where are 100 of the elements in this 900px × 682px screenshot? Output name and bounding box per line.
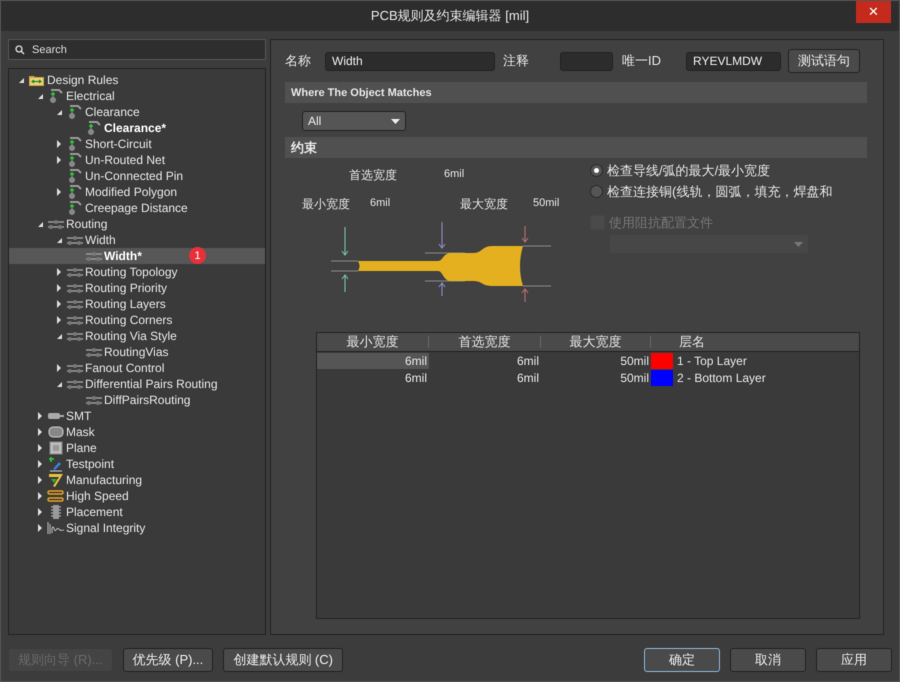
tree-item[interactable]: SMT	[65, 408, 92, 424]
table-cell[interactable]: 6mil	[317, 352, 429, 368]
expand-arrow-icon[interactable]	[37, 524, 43, 532]
column-header[interactable]: 层名	[675, 336, 859, 348]
collapse-arrow-icon[interactable]	[36, 220, 44, 228]
tree-item[interactable]: Placement	[65, 504, 124, 520]
comment-field[interactable]	[560, 52, 613, 70]
expand-arrow-icon[interactable]	[37, 428, 43, 436]
dialog-button[interactable]: 取消	[730, 648, 806, 672]
expand-arrow-icon[interactable]	[56, 300, 62, 308]
section-header: 约束	[285, 137, 867, 158]
radio-label: 检查连接铜(线轨，圆弧，填充，焊盘和	[607, 182, 832, 200]
routing-rule-icon	[66, 234, 84, 246]
tree-item[interactable]: Design Rules	[46, 72, 120, 88]
unique-id-label: 唯一ID	[622, 52, 661, 70]
routing-rule-icon	[66, 266, 84, 278]
tree-item[interactable]: Short-Circuit	[84, 136, 153, 152]
table-cell-text: 6mil	[516, 352, 540, 368]
column-header[interactable]: 首选宽度	[429, 336, 541, 348]
tree-item[interactable]: Signal Integrity	[65, 520, 146, 536]
count-badge: 1	[189, 247, 206, 264]
routing-rule-icon	[66, 298, 84, 310]
testpoint-probe-icon	[48, 456, 64, 472]
dialog-button[interactable]: 确定	[644, 648, 720, 672]
smt-pad-icon	[46, 411, 64, 421]
expand-arrow-icon[interactable]	[56, 364, 62, 372]
expand-arrow-icon[interactable]	[37, 412, 43, 420]
expand-arrow-icon[interactable]	[37, 476, 43, 484]
tree-item[interactable]: Routing Via Style	[84, 328, 178, 344]
collapse-arrow-icon[interactable]	[56, 332, 62, 340]
table-cell-text: 50mil	[619, 370, 650, 386]
tree-item[interactable]: Differential Pairs Routing	[84, 376, 219, 392]
tree-item[interactable]: Testpoint	[65, 456, 116, 472]
tree-item[interactable]: Clearance	[84, 104, 141, 120]
routing-rule-icon	[66, 330, 84, 342]
tree-item[interactable]: Routing Topology	[84, 264, 179, 280]
routing-rule-icon	[84, 250, 102, 262]
electrical-rule-icon	[66, 184, 82, 200]
rules-folder-icon	[28, 74, 45, 86]
routing-rule-icon	[66, 282, 84, 294]
routing-rule-icon	[84, 346, 102, 358]
tree-item[interactable]: Routing Layers	[84, 296, 167, 312]
tree-item[interactable]: Routing	[65, 216, 108, 232]
unique-id-field[interactable]: RYEVLMDW	[686, 52, 781, 70]
scope-dropdown[interactable]: All	[302, 111, 406, 131]
collapse-arrow-icon[interactable]	[18, 76, 24, 84]
expand-arrow-icon[interactable]	[56, 156, 62, 164]
tree-item[interactable]: Routing Corners	[84, 312, 174, 328]
collapse-arrow-icon[interactable]	[56, 236, 62, 244]
tree-item[interactable]: Clearance*	[103, 120, 168, 136]
close-button[interactable]: ✕	[856, 1, 891, 23]
tree-item[interactable]: Creepage Distance	[84, 200, 189, 216]
expand-arrow-icon[interactable]	[37, 508, 43, 516]
tree-item[interactable]: Un-Connected Pin	[84, 168, 184, 184]
tree-item[interactable]: Mask	[65, 424, 96, 440]
column-header[interactable]: 最小宽度	[317, 336, 429, 348]
tree-item[interactable]: Manufacturing	[65, 472, 144, 488]
tree-item[interactable]: Un-Routed Net	[84, 152, 166, 168]
radio-button[interactable]	[590, 164, 603, 177]
table-cell[interactable]: 6mil	[317, 370, 429, 386]
radio-button[interactable]	[590, 185, 603, 198]
tree-item[interactable]: High Speed	[65, 488, 130, 504]
tree-item[interactable]: RoutingVias	[103, 344, 170, 360]
tree-item[interactable]: Routing Priority	[84, 280, 168, 296]
tree-item[interactable]: Modified Polygon	[84, 184, 178, 200]
expand-arrow-icon[interactable]	[56, 140, 62, 148]
expand-arrow-icon[interactable]	[37, 492, 43, 500]
tree-item[interactable]: Fanout Control	[84, 360, 166, 376]
expand-arrow-icon[interactable]	[56, 188, 62, 196]
electrical-rule-icon	[66, 200, 82, 216]
dialog-button[interactable]: 优先级 (P)...	[122, 648, 214, 672]
expand-arrow-icon[interactable]	[37, 444, 43, 452]
test-query-button[interactable]: 测试语句	[788, 49, 860, 73]
tree-item[interactable]: Width*	[103, 248, 143, 264]
routing-rule-icon	[66, 362, 84, 374]
routing-rule-icon	[66, 314, 84, 326]
manufacturing-icon	[48, 472, 64, 488]
collapse-arrow-icon[interactable]	[56, 108, 62, 116]
expand-arrow-icon[interactable]	[56, 268, 62, 276]
search-field[interactable]: Search	[8, 39, 266, 60]
expand-arrow-icon[interactable]	[37, 460, 43, 468]
dialog-button[interactable]: 应用	[816, 648, 892, 672]
expand-arrow-icon[interactable]	[56, 284, 62, 292]
tree-item[interactable]: DiffPairsRouting	[103, 392, 192, 408]
radio-label: 检查导线/弧的最大/最小宽度	[607, 162, 770, 180]
tree-item[interactable]: Width	[84, 232, 117, 248]
name-label: 名称	[285, 52, 311, 70]
column-header[interactable]: 最大宽度	[541, 336, 651, 348]
search-icon	[15, 45, 25, 55]
waveform-icon	[46, 521, 64, 535]
component-icon	[50, 504, 62, 520]
tree-item[interactable]: Electrical	[65, 88, 116, 104]
expand-arrow-icon[interactable]	[56, 316, 62, 324]
tree-item[interactable]: Plane	[65, 440, 98, 456]
name-field[interactable]: Width	[325, 52, 495, 70]
collapse-arrow-icon[interactable]	[36, 92, 44, 100]
electrical-rule-icon	[48, 88, 64, 104]
routing-rule-icon	[84, 394, 102, 406]
collapse-arrow-icon[interactable]	[56, 380, 62, 388]
dialog-button[interactable]: 创建默认规则 (C)	[223, 648, 343, 672]
